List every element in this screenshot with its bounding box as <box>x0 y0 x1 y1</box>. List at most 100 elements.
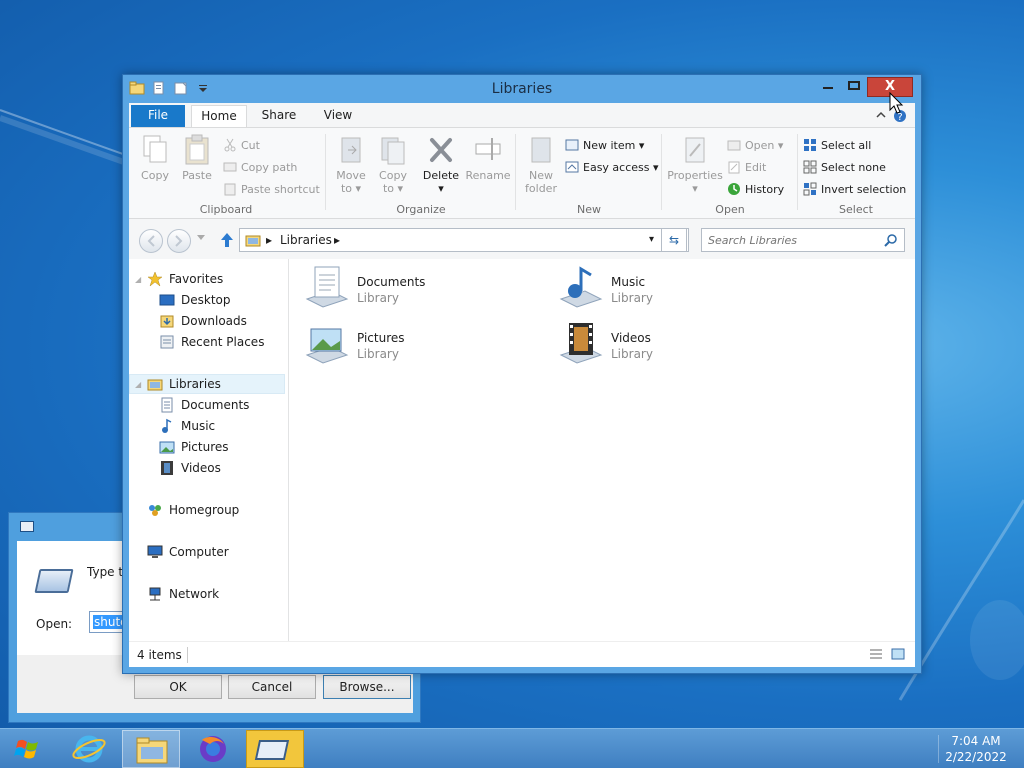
open-button[interactable]: Open ▾ <box>727 136 783 154</box>
select-none-label: Select none <box>821 160 886 174</box>
recent-locations-dropdown[interactable] <box>197 234 205 244</box>
tab-home[interactable]: Home <box>191 105 247 127</box>
search-icon[interactable] <box>884 233 898 247</box>
easy-access-button[interactable]: Easy access ▾ <box>565 158 659 176</box>
nav-downloads[interactable]: Downloads <box>159 311 247 331</box>
history-button[interactable]: History <box>727 180 784 198</box>
search-box[interactable] <box>701 228 905 252</box>
nav-libraries-label: Libraries <box>169 377 221 391</box>
copy-to-button[interactable]: Copy to ▾ <box>373 134 413 195</box>
chevron-up-icon[interactable] <box>875 109 887 121</box>
easy-access-label: Easy access ▾ <box>583 160 659 174</box>
nav-documents[interactable]: Documents <box>159 395 249 415</box>
windows-logo-icon <box>14 739 38 759</box>
address-dropdown[interactable]: ▾ <box>649 234 654 245</box>
breadcrumb-libraries[interactable]: Libraries <box>280 233 332 247</box>
nav-homegroup[interactable]: Homegroup <box>147 500 239 520</box>
start-button[interactable] <box>6 733 50 765</box>
content-pane: Documents Library Music Library Pictures… <box>289 259 915 641</box>
open-group-label: Open <box>715 203 745 216</box>
rename-icon <box>475 138 501 160</box>
maximize-button[interactable] <box>843 77 865 97</box>
taskbar-firefox[interactable] <box>184 730 242 768</box>
nav-network[interactable]: Network <box>147 584 219 604</box>
library-type: Library <box>611 347 653 361</box>
invert-selection-button[interactable]: Invert selection <box>803 180 906 198</box>
expand-arrow-icon[interactable]: ◢ <box>135 380 141 389</box>
nav-downloads-label: Downloads <box>181 314 247 328</box>
run-program-icon <box>254 740 290 760</box>
copy-button[interactable]: Copy <box>135 134 175 182</box>
paste-shortcut-label: Paste shortcut <box>241 182 320 196</box>
up-button[interactable] <box>219 231 235 249</box>
taskbar-internet-explorer[interactable] <box>60 730 118 768</box>
clock-date: 2/22/2022 <box>945 750 1007 764</box>
edit-icon <box>728 161 740 174</box>
nav-computer[interactable]: Computer <box>147 542 229 562</box>
item-count: 4 items <box>137 648 182 662</box>
copy-path-label: Copy path <box>241 160 298 174</box>
new-item-button[interactable]: New item ▾ <box>565 136 644 154</box>
back-button[interactable] <box>139 229 163 253</box>
title-bar[interactable]: Libraries X <box>123 75 921 103</box>
music-icon <box>162 418 172 433</box>
nav-favorites[interactable]: Favorites <box>147 269 223 289</box>
taskbar-run-dialog[interactable] <box>246 730 304 768</box>
new-group-label: New <box>577 203 601 216</box>
system-clock[interactable]: 7:04 AM 2/22/2022 <box>936 733 1016 765</box>
copy-label: Copy <box>141 169 169 182</box>
select-none-button[interactable]: Select none <box>803 158 886 176</box>
cut-button[interactable]: Cut <box>223 136 260 154</box>
delete-button[interactable]: Delete ▾ <box>421 134 461 195</box>
rename-button[interactable]: Rename <box>465 134 511 182</box>
library-item-videos[interactable]: Videos Library <box>557 321 787 373</box>
nav-libraries[interactable]: Libraries <box>129 374 285 394</box>
expand-arrow-icon[interactable]: ◢ <box>135 275 141 284</box>
breadcrumb-arrow-after[interactable]: ▸ <box>334 233 340 247</box>
tab-file[interactable]: File <box>131 105 185 127</box>
address-bar[interactable]: ▸ Libraries ▸ ▾ <box>239 228 689 252</box>
library-item-documents[interactable]: Documents Library <box>303 265 533 317</box>
select-all-label: Select all <box>821 138 872 152</box>
cancel-button[interactable]: Cancel <box>228 675 316 699</box>
details-view-icon[interactable] <box>869 648 883 660</box>
tab-view[interactable]: View <box>313 105 363 127</box>
nav-desktop[interactable]: Desktop <box>159 290 231 310</box>
taskbar-file-explorer[interactable] <box>122 730 180 768</box>
properties-button[interactable]: Properties ▾ <box>667 134 723 195</box>
breadcrumb-arrow[interactable]: ▸ <box>266 233 272 247</box>
nav-music[interactable]: Music <box>159 416 215 436</box>
copy-to-label: Copy <box>379 169 407 182</box>
copy-path-button[interactable]: Copy path <box>223 158 297 176</box>
group-new: New folder New item ▾ Easy access ▾ New <box>519 132 659 216</box>
refresh-button[interactable]: ⇆ <box>661 228 687 252</box>
libraries-icon <box>245 235 261 247</box>
file-explorer-icon <box>136 737 168 764</box>
nav-pictures[interactable]: Pictures <box>159 437 229 457</box>
edit-button[interactable]: Edit <box>727 158 766 176</box>
move-to-button[interactable]: Move to ▾ <box>331 134 371 195</box>
library-name: Documents <box>357 275 426 289</box>
nav-recent-places-label: Recent Places <box>181 335 265 349</box>
nav-videos[interactable]: Videos <box>159 458 221 478</box>
ok-button[interactable]: OK <box>134 675 222 699</box>
new-folder-button[interactable]: New folder <box>521 134 561 195</box>
downloads-icon <box>160 315 174 328</box>
paste-shortcut-button[interactable]: Paste shortcut <box>223 180 320 198</box>
forward-button[interactable] <box>167 229 191 253</box>
history-label: History <box>745 182 785 196</box>
run-open-label: Open: <box>36 617 73 631</box>
tab-share[interactable]: Share <box>253 105 305 127</box>
library-item-pictures[interactable]: Pictures Library <box>303 321 533 373</box>
minimize-button[interactable] <box>817 77 839 97</box>
browse-button[interactable]: Browse... <box>323 675 411 699</box>
search-input[interactable] <box>708 232 878 248</box>
select-all-button[interactable]: Select all <box>803 136 871 154</box>
library-type: Library <box>611 291 653 305</box>
nav-recent-places[interactable]: Recent Places <box>159 332 264 352</box>
paste-button[interactable]: Paste <box>177 134 217 182</box>
library-item-music[interactable]: Music Library <box>557 265 787 317</box>
libraries-icon <box>147 379 163 391</box>
large-icons-view-icon[interactable] <box>891 648 905 660</box>
history-icon <box>728 183 740 195</box>
